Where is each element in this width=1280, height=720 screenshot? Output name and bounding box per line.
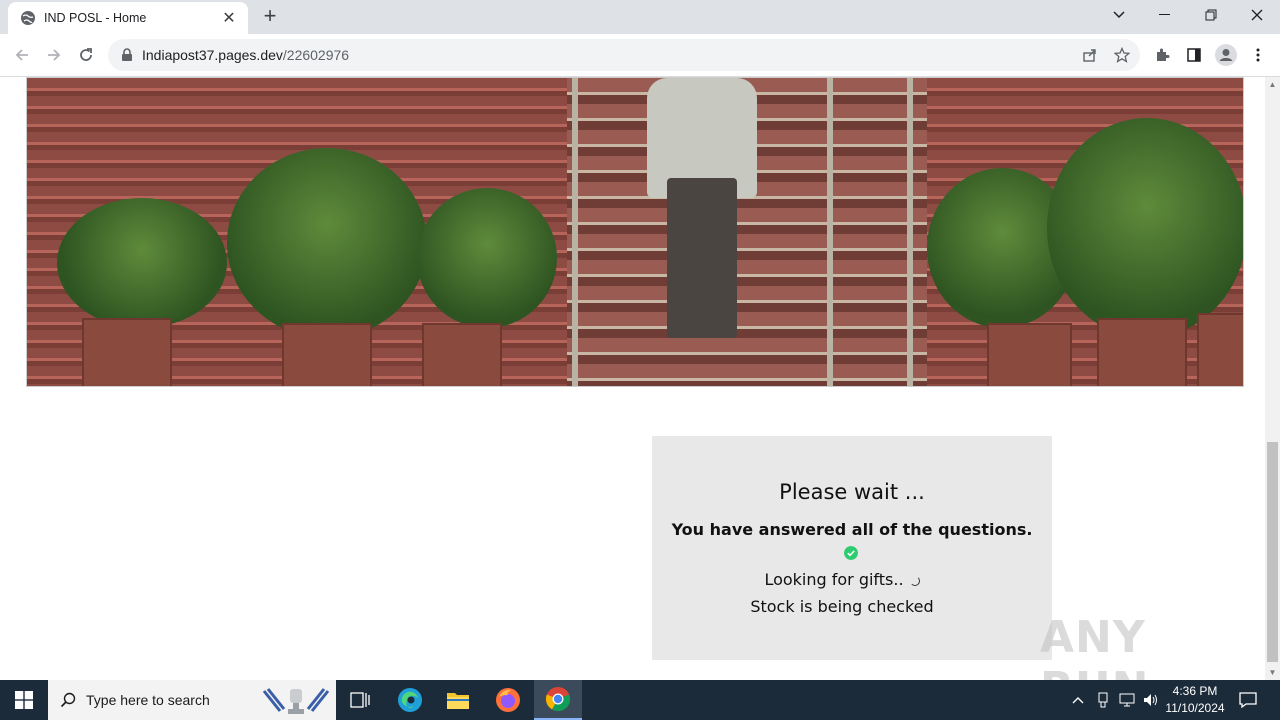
notification-center-icon[interactable] bbox=[1236, 680, 1260, 720]
windows-taskbar: Type here to search 4:36 PM 11/10/2024 bbox=[0, 680, 1280, 720]
globe-icon bbox=[21, 11, 35, 25]
wait-dialog: Please wait ... You have answered all of… bbox=[652, 436, 1052, 660]
checkmark-icon bbox=[844, 546, 858, 560]
taskbar-clock[interactable]: 4:36 PM 11/10/2024 bbox=[1160, 683, 1230, 717]
tab-search-icon[interactable] bbox=[1096, 0, 1142, 30]
firefox-icon[interactable] bbox=[484, 680, 532, 720]
extensions-icon[interactable] bbox=[1148, 41, 1176, 69]
restore-button[interactable] bbox=[1188, 0, 1234, 30]
search-highlight-trophy-icon bbox=[262, 688, 330, 714]
profile-avatar[interactable] bbox=[1212, 41, 1240, 69]
close-window-button[interactable] bbox=[1234, 0, 1280, 30]
edge-browser-icon[interactable] bbox=[386, 680, 434, 720]
page-scrollbar[interactable]: ▲ ▼ bbox=[1265, 77, 1280, 680]
volume-icon[interactable] bbox=[1140, 680, 1162, 720]
back-button[interactable] bbox=[8, 41, 36, 69]
tray-overflow-chevron-icon[interactable] bbox=[1068, 680, 1088, 720]
stock-check-status: Stock is being checked bbox=[750, 597, 934, 616]
clock-date: 11/10/2024 bbox=[1165, 701, 1225, 715]
looking-text: Looking for gifts.. bbox=[764, 570, 904, 589]
scroll-down-arrow-icon[interactable]: ▼ bbox=[1265, 665, 1280, 680]
browser-tab[interactable]: IND POSL - Home ✕ bbox=[8, 2, 248, 34]
scroll-up-arrow-icon[interactable]: ▲ bbox=[1265, 77, 1280, 92]
url-text: Indiapost37.pages.dev/22602976 bbox=[142, 47, 350, 63]
answered-message: You have answered all of the questions. bbox=[671, 520, 1033, 539]
new-tab-button[interactable]: + bbox=[258, 5, 282, 29]
back-arrow-icon bbox=[15, 49, 28, 61]
side-panel-icon[interactable] bbox=[1180, 41, 1208, 69]
scroll-thumb[interactable] bbox=[1267, 442, 1278, 662]
task-view-icon[interactable] bbox=[336, 680, 384, 720]
search-icon bbox=[60, 692, 76, 708]
anyrun-watermark: ANY RUN bbox=[1040, 612, 1148, 680]
address-bar[interactable]: Indiapost37.pages.dev/22602976 bbox=[108, 39, 1140, 71]
chrome-taskbar-icon[interactable] bbox=[534, 680, 582, 720]
forward-arrow-icon bbox=[48, 49, 61, 61]
reload-button[interactable] bbox=[72, 41, 100, 69]
reload-icon bbox=[80, 48, 92, 61]
usb-device-icon[interactable] bbox=[1093, 680, 1113, 720]
network-icon[interactable] bbox=[1116, 680, 1138, 720]
bookmark-star-icon[interactable] bbox=[1108, 41, 1136, 69]
search-placeholder: Type here to search bbox=[86, 692, 210, 708]
browser-toolbar: Indiapost37.pages.dev/22602976 bbox=[0, 34, 1280, 77]
browser-titlebar: IND POSL - Home ✕ + bbox=[0, 0, 1280, 34]
file-explorer-icon[interactable] bbox=[434, 680, 482, 720]
menu-kebab-icon[interactable] bbox=[1244, 41, 1272, 69]
forward-button[interactable] bbox=[40, 41, 68, 69]
tab-title: IND POSL - Home bbox=[44, 11, 147, 25]
share-icon[interactable] bbox=[1076, 41, 1104, 69]
taskbar-search-box[interactable]: Type here to search bbox=[48, 680, 336, 720]
start-button[interactable] bbox=[0, 680, 48, 720]
minimize-button[interactable] bbox=[1142, 0, 1188, 30]
loading-spinner-icon bbox=[909, 575, 920, 586]
close-tab-icon[interactable]: ✕ bbox=[220, 8, 238, 28]
wait-title: Please wait ... bbox=[779, 480, 925, 504]
windows-logo-icon bbox=[15, 691, 33, 709]
looking-for-gifts-status: Looking for gifts.. bbox=[652, 570, 1032, 589]
lock-icon bbox=[122, 48, 132, 61]
hero-image-staircase bbox=[26, 77, 1244, 387]
page-viewport: Please wait ... You have answered all of… bbox=[0, 77, 1265, 680]
clock-time: 4:36 PM bbox=[1172, 684, 1218, 698]
